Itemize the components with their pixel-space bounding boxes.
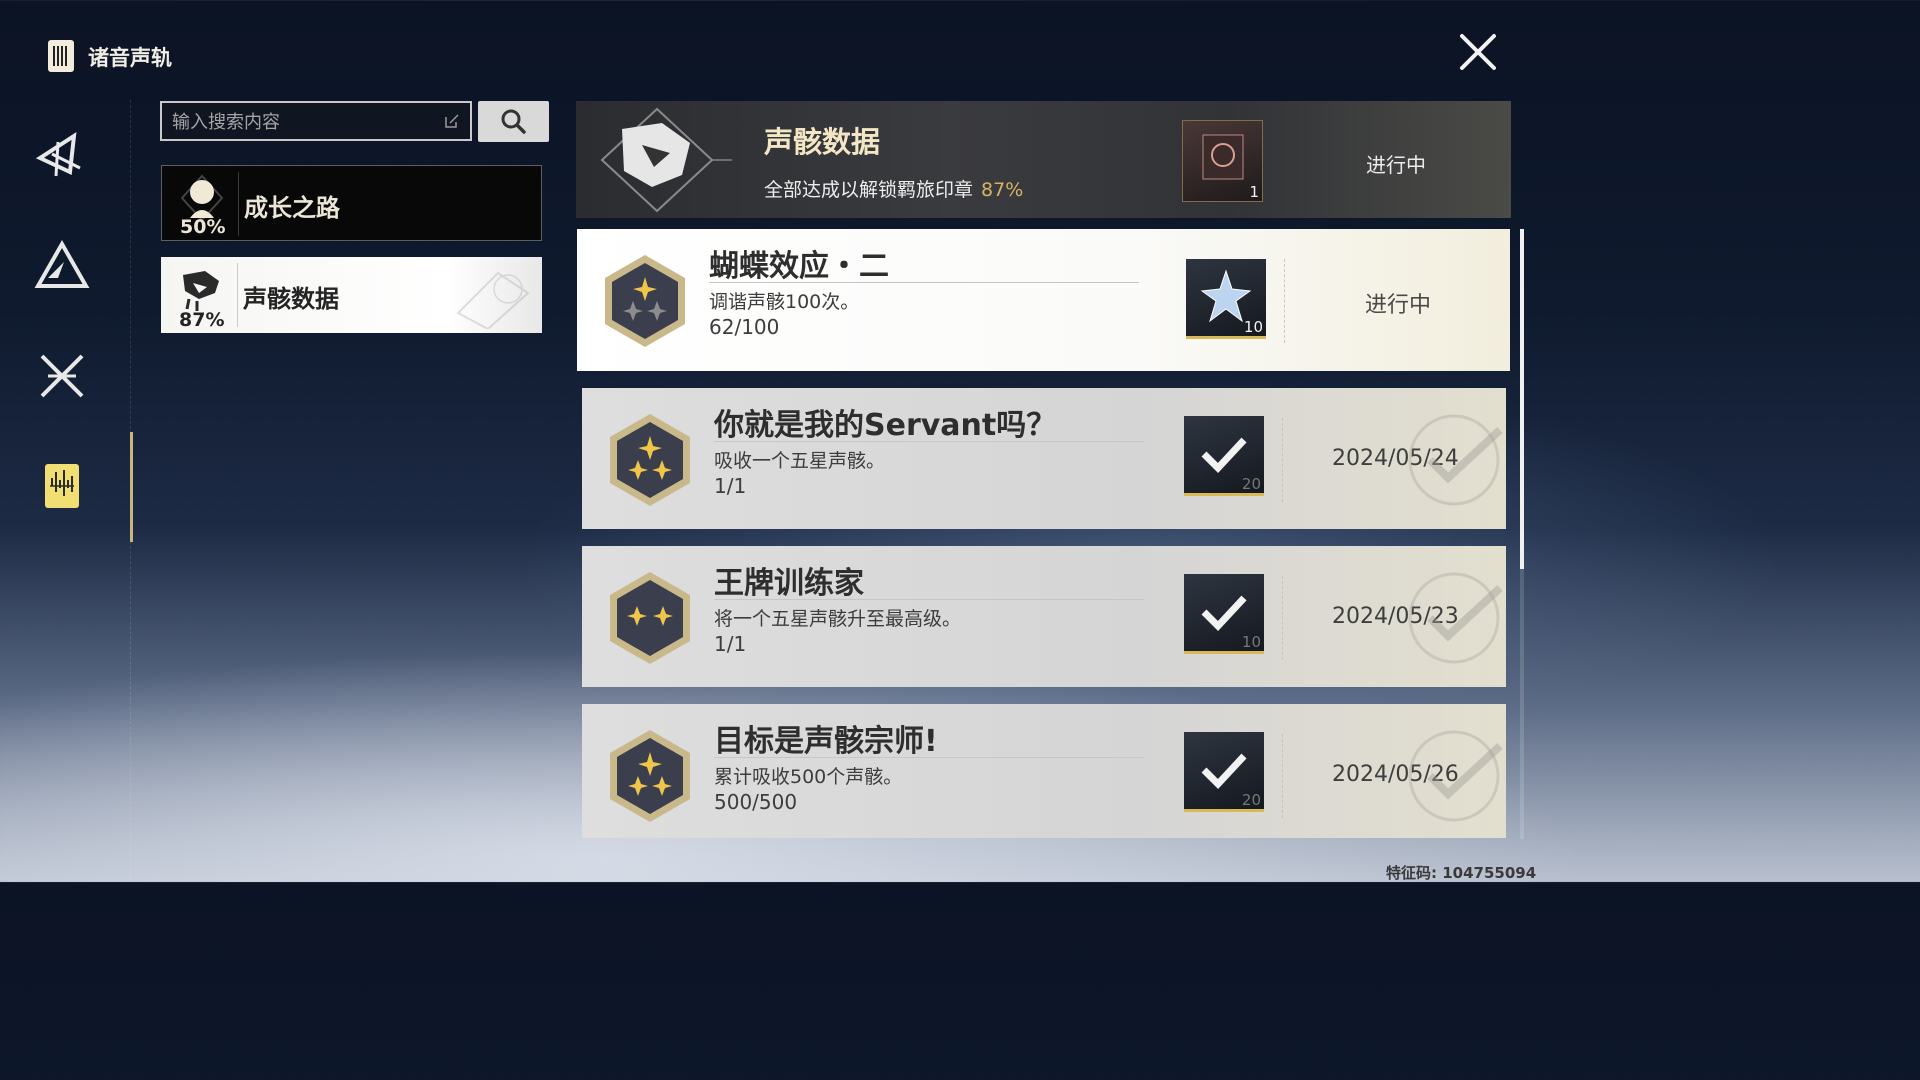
category-label: 成长之路 [244,194,340,222]
category-banner: 声骸数据 全部达成以解锁羁旅印章 87% 1 进行中 [576,101,1511,218]
title-underline [714,599,1144,600]
completed-stamp-icon [1408,730,1503,822]
card-separator [1282,734,1284,818]
achievement-title: 目标是声骸宗师! [714,724,938,759]
title-underline [714,441,1144,442]
achievement-card: 你就是我的Servant吗？ 吸收一个五星声骸。 1/1 20 2024/05/… [582,388,1506,529]
banner-reward-item[interactable]: 1 [1182,120,1263,202]
category-divider [237,263,238,327]
page-title: 诸音声轨 [88,46,172,70]
achievement-badge-icon [605,255,685,347]
achievement-badge-icon [610,730,690,822]
echo-data-emblem-icon [600,107,732,213]
category-echo-data[interactable]: 87% 声骸数据 [161,257,542,333]
achievement-badge-icon [610,572,690,664]
seal-stamp-icon [1202,134,1244,180]
checkmark-icon [1201,437,1247,474]
echo-data-icon [183,271,219,311]
achievement-title: 王牌训练家 [714,566,864,601]
search-button[interactable] [478,101,549,142]
category-label: 声骸数据 [243,285,339,313]
completed-stamp-icon [1408,572,1503,664]
reward-count: 20 [1241,791,1261,809]
sound-track-icon [48,40,74,72]
completed-stamp-icon [1408,414,1503,506]
mountain-glyph-icon[interactable] [34,238,90,294]
edit-icon [445,114,459,128]
star-crystal-icon [1200,269,1252,323]
card-separator [1284,259,1286,343]
achievement-card: 目标是声骸宗师! 累计吸收500个声骸。 500/500 20 2024/05/… [582,704,1506,838]
reward-count: 1 [1249,183,1259,201]
achievement-badge-icon [610,414,690,506]
achievement-card: 王牌训练家 将一个五星声骸升至最高级。 1/1 10 2024/05/23 [582,546,1506,687]
sound-track-icon[interactable] [34,458,90,514]
crossed-swords-icon[interactable] [34,348,90,404]
search-icon [501,109,526,134]
reward-item[interactable]: 10 [1186,259,1266,339]
checkmark-icon [1201,595,1247,632]
achievement-progress: 62/100 [709,315,780,339]
banner-title: 声骸数据 [764,125,881,159]
reward-item-claimed[interactable]: 20 [1184,416,1264,496]
scrollbar-thumb[interactable] [1520,229,1524,569]
checkmark-icon [1201,753,1247,790]
achievement-progress: 1/1 [714,474,747,498]
feature-code: 特征码: 104755094 [1386,864,1537,882]
achievement-description: 累计吸收500个声骸。 [714,766,903,788]
achievement-progress: 500/500 [714,790,798,814]
card-separator [1282,576,1284,660]
banner-subtitle: 全部达成以解锁羁旅印章 87% [764,179,1024,201]
category-divider [238,172,239,236]
rail-active-indicator [130,432,133,542]
close-icon[interactable] [1456,30,1500,74]
search-box [160,101,472,141]
reward-count: 10 [1241,633,1261,651]
card-separator [1282,418,1284,502]
achievement-description: 吸收一个五星声骸。 [714,450,886,472]
achievement-card: 蝴蝶效应・二 调谐声骸100次。 62/100 10 进行中 [577,229,1510,371]
banner-status: 进行中 [1366,153,1426,177]
title-underline [709,282,1139,283]
search-input[interactable] [170,109,434,135]
card-decoration-icon [456,271,530,329]
achievement-status: 进行中 [1365,293,1432,318]
achievement-title: 蝴蝶效应・二 [709,249,889,284]
reward-count: 20 [1241,475,1261,493]
category-percent: 50% [180,216,226,238]
category-percent: 87% [179,309,225,331]
triangle-glyph-icon[interactable] [34,128,90,184]
reward-count: 10 [1243,318,1263,336]
title-underline [714,757,1144,758]
achievement-description: 将一个五星声骸升至最高级。 [714,608,962,630]
category-growth-path[interactable]: 50% 成长之路 [161,165,542,241]
achievement-progress: 1/1 [714,632,747,656]
reward-item-claimed[interactable]: 10 [1184,574,1264,654]
banner-percent: 87% [981,179,1024,201]
achievement-title: 你就是我的Servant吗？ [714,408,1057,443]
reward-item-claimed[interactable]: 20 [1184,732,1264,812]
achievement-description: 调谐声骸100次。 [709,291,860,313]
